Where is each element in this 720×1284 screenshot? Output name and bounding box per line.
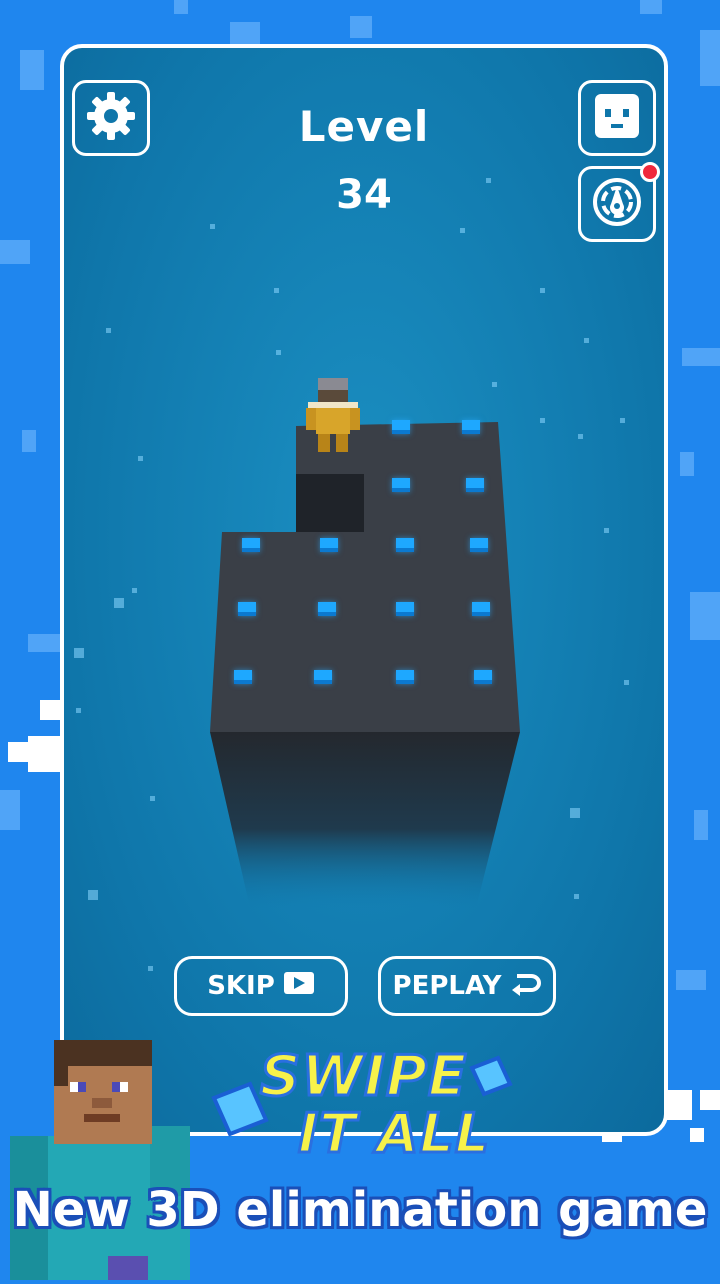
skip-button[interactable]: SKIP: [174, 956, 348, 1016]
promo-tagline: New 3D elimination game: [12, 1182, 708, 1238]
block-tower[interactable]: [64, 48, 664, 1132]
player-character[interactable]: [300, 374, 366, 454]
game-play-area[interactable]: Level 34 SKIP PEPLAY: [60, 44, 668, 1136]
logo-line-1: SWIPE: [258, 1043, 468, 1111]
replay-label: PEPLAY: [392, 971, 502, 1001]
skip-label: SKIP: [207, 971, 275, 1001]
blocky-character-art: [0, 1036, 200, 1280]
replay-button[interactable]: PEPLAY: [378, 956, 556, 1016]
replay-arrow-icon: [509, 970, 542, 1003]
logo-line-2: IT ALL: [296, 1101, 491, 1167]
video-play-icon: [283, 970, 315, 1003]
game-logo: SWIPE IT ALL: [200, 1040, 520, 1170]
